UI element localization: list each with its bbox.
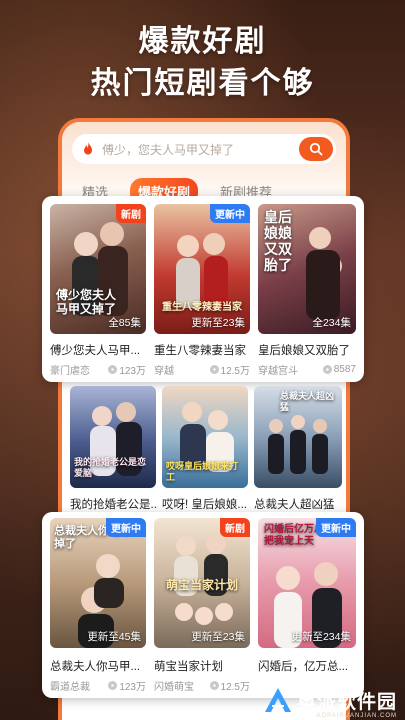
play-icon — [108, 681, 118, 690]
brand-name: 奥派软件园 — [296, 690, 397, 713]
search-button[interactable] — [299, 137, 333, 161]
view-count: 8587 — [333, 364, 356, 375]
drama-poster[interactable]: 闪婚后亿万总裁把我宠上天 更新中 更新至234集 — [258, 518, 356, 648]
view-count: 12.5万 — [220, 682, 250, 693]
episode-count: 更新至45集 — [87, 631, 141, 643]
drama-poster[interactable]: 傅少您夫人马甲又掉了 新剧 全85集 — [50, 204, 146, 334]
drama-title[interactable]: 我的抢婚老公是... — [70, 496, 158, 512]
drama-poster[interactable]: 总裁夫人超凶猛 — [254, 386, 342, 488]
headline-title: 爆款好剧 — [138, 24, 267, 59]
search-icon — [309, 142, 323, 156]
play-icon — [209, 365, 219, 374]
drama-poster[interactable]: 我的抢婚老公是恋爱脑 — [70, 386, 156, 488]
drama-row-2: 我的抢婚老公是恋爱脑 我的抢婚老公是... 哎呀皇后娘娘来打工 哎呀! 皇后娘娘… — [62, 382, 350, 512]
new-badge: 新剧 — [116, 204, 146, 223]
play-icon — [209, 681, 219, 690]
episode-count: 更新至234集 — [291, 631, 351, 643]
drama-title[interactable]: 皇后娘娘又双胎了 — [258, 342, 356, 358]
headline-subtitle: 热门短剧看个够 — [90, 66, 315, 101]
drama-row-3: 总裁夫人你马甲掉了 更新中 更新至45集 总裁夫人你马甲... 霸道总裁 123… — [42, 512, 364, 698]
search-placeholder[interactable]: 傅少，您夫人马甲又掉了 — [102, 141, 299, 158]
updating-badge: 更新中 — [316, 518, 356, 537]
drama-title[interactable]: 重生八零辣妻当家 — [154, 342, 250, 358]
play-icon — [108, 365, 118, 374]
drama-meta: 闪婚萌宝 12.5万 — [154, 678, 250, 693]
genre-tag: 穿越 — [154, 366, 174, 377]
drama-title[interactable]: 总裁夫人你马甲... — [50, 658, 146, 674]
updating-badge: 更新中 — [106, 518, 146, 537]
view-count: 123万 — [119, 682, 146, 693]
play-icon — [322, 365, 332, 374]
drama-poster[interactable]: 总裁夫人你马甲掉了 更新中 更新至45集 — [50, 518, 146, 648]
poster-title-text: 总裁夫人超凶猛 — [280, 392, 335, 413]
poster-title-text: 哎呀皇后娘娘来打工 — [166, 462, 239, 483]
flame-icon — [84, 142, 92, 155]
brand-logo-icon — [264, 688, 291, 712]
poster-title-text: 傅少您夫人马甲又掉了 — [56, 288, 117, 316]
episode-count: 全234集 — [312, 317, 351, 329]
drama-card[interactable]: 重生八零辣妻当家 更新中 更新至23集 重生八零辣妻当家 穿越 12.5万 — [154, 204, 250, 377]
drama-title[interactable]: 哎呀! 皇后娘娘... — [162, 496, 250, 512]
brand-domain: AOPAIRUANJIAN.COM — [316, 713, 397, 719]
drama-card[interactable]: 皇后娘娘又双胎了 全234集 皇后娘娘又双胎了 穿越宫斗 8587 — [258, 204, 356, 377]
poster-title-text: 我的抢婚老公是恋爱脑 — [74, 458, 147, 479]
views: 123万 — [108, 362, 146, 377]
new-badge: 新剧 — [220, 518, 250, 537]
site-watermark: 奥派软件园 AOPAIRUANJIAN.COM — [263, 686, 397, 719]
drama-card[interactable]: 萌宝当家计划 新剧 更新至23集 萌宝当家计划 闪婚萌宝 12.5万 — [154, 518, 250, 693]
drama-row-1: 傅少您夫人马甲又掉了 新剧 全85集 傅少您夫人马甲... 豪门虐恋 123万 … — [42, 196, 364, 382]
drama-meta: 豪门虐恋 123万 — [50, 362, 146, 377]
drama-card[interactable]: 总裁夫人你马甲掉了 更新中 更新至45集 总裁夫人你马甲... 霸道总裁 123… — [50, 518, 146, 693]
drama-title[interactable]: 傅少您夫人马甲... — [50, 342, 146, 358]
drama-meta: 穿越宫斗 8587 — [258, 362, 356, 377]
view-count: 12.5万 — [220, 366, 250, 377]
drama-card[interactable]: 闪婚后亿万总裁把我宠上天 更新中 更新至234集 闪婚后，亿万总... — [258, 518, 356, 692]
drama-poster[interactable]: 重生八零辣妻当家 更新中 更新至23集 — [154, 204, 250, 334]
view-count: 123万 — [119, 366, 146, 377]
episode-count: 更新至23集 — [191, 317, 245, 329]
drama-card[interactable]: 傅少您夫人马甲又掉了 新剧 全85集 傅少您夫人马甲... 豪门虐恋 123万 — [50, 204, 146, 377]
episode-count: 全85集 — [108, 317, 141, 329]
updating-badge: 更新中 — [210, 204, 250, 223]
views: 12.5万 — [209, 362, 250, 377]
poster-title-text: 皇后娘娘又双胎了 — [264, 210, 292, 274]
genre-tag: 穿越宫斗 — [258, 366, 298, 377]
drama-card[interactable]: 总裁夫人超凶猛 总裁夫人超凶猛 — [254, 386, 344, 512]
drama-title[interactable]: 闪婚后，亿万总... — [258, 658, 356, 674]
drama-poster[interactable]: 萌宝当家计划 新剧 更新至23集 — [154, 518, 250, 648]
episode-count: 更新至23集 — [191, 631, 245, 643]
views: 8587 — [322, 364, 356, 375]
genre-tag: 霸道总裁 — [50, 682, 90, 693]
drama-poster[interactable]: 皇后娘娘又双胎了 全234集 — [258, 204, 356, 334]
drama-meta: 穿越 12.5万 — [154, 362, 250, 377]
poster-title-text: 重生八零辣妻当家 — [162, 302, 242, 313]
poster-title-text: 萌宝当家计划 — [166, 578, 239, 592]
views: 123万 — [108, 678, 146, 693]
drama-card[interactable]: 哎呀皇后娘娘来打工 哎呀! 皇后娘娘... — [162, 386, 250, 512]
views: 12.5万 — [209, 678, 250, 693]
drama-title[interactable]: 总裁夫人超凶猛 — [254, 496, 344, 512]
drama-poster[interactable]: 哎呀皇后娘娘来打工 — [162, 386, 248, 488]
search-bar[interactable]: 傅少，您夫人马甲又掉了 — [72, 134, 336, 164]
drama-card[interactable]: 我的抢婚老公是恋爱脑 我的抢婚老公是... — [70, 386, 158, 512]
genre-tag: 闪婚萌宝 — [154, 682, 194, 693]
drama-title[interactable]: 萌宝当家计划 — [154, 658, 250, 674]
genre-tag: 豪门虐恋 — [50, 366, 90, 377]
drama-meta: 霸道总裁 123万 — [50, 678, 146, 693]
